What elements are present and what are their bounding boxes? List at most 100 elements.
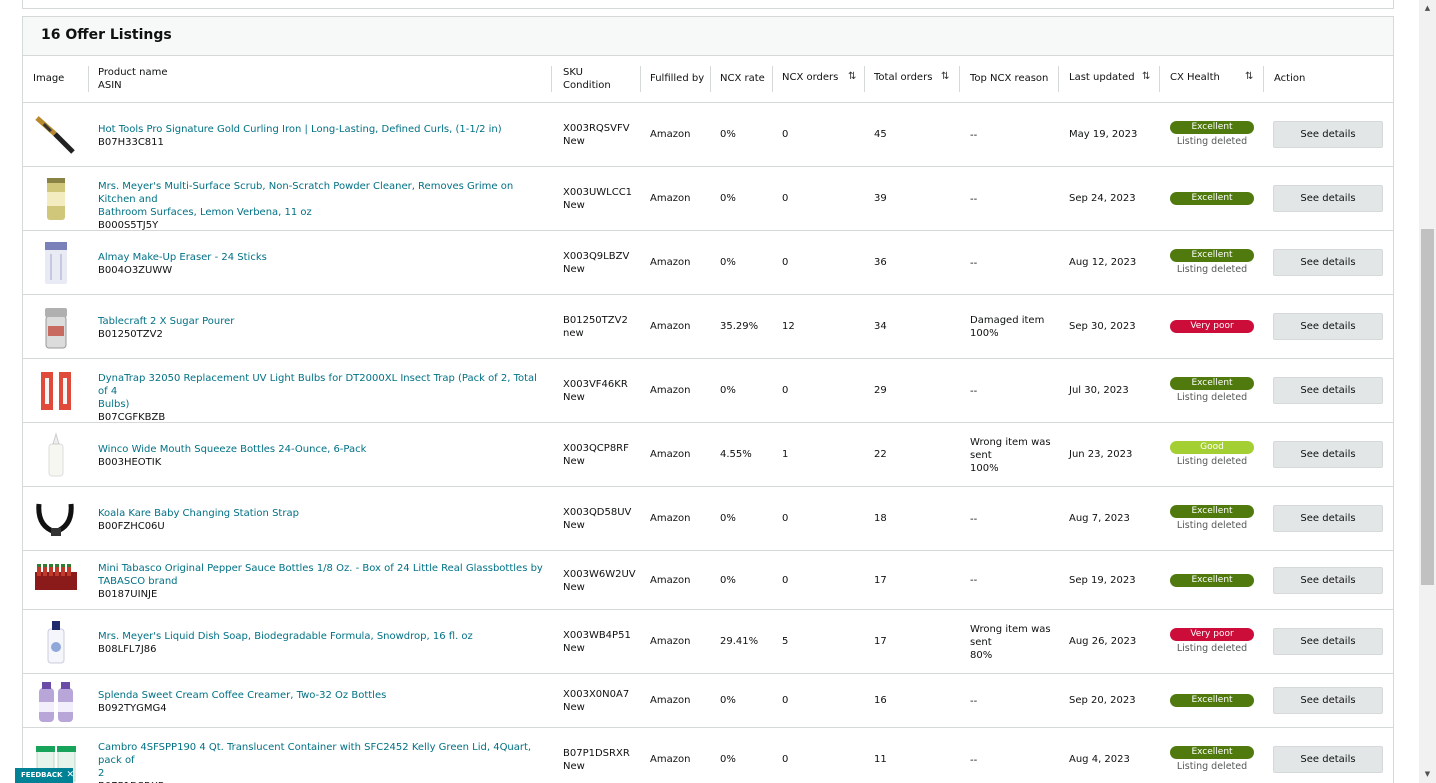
listing-status: Listing deleted xyxy=(1176,264,1248,275)
header-sku: SKU Condition xyxy=(563,67,611,91)
condition: New xyxy=(563,761,585,772)
product-name-link-cont[interactable]: Bulbs) xyxy=(98,398,548,411)
see-details-button[interactable]: See details xyxy=(1273,628,1383,655)
ncx-orders: 12 xyxy=(782,321,795,332)
product-name-link-cont[interactable]: TABASCO brand xyxy=(98,575,548,588)
ncx-rate: 0% xyxy=(720,193,736,204)
table-row: Hot Tools Pro Signature Gold Curling Iro… xyxy=(23,103,1393,167)
see-details-button[interactable]: See details xyxy=(1273,377,1383,404)
header-top-ncx-reason: Top NCX reason xyxy=(970,73,1049,84)
product-name-link[interactable]: DynaTrap 32050 Replacement UV Light Bulb… xyxy=(98,372,548,398)
scroll-down-arrow-icon[interactable]: ▼ xyxy=(1419,766,1436,783)
product-image[interactable] xyxy=(33,240,79,286)
product-name-link[interactable]: Koala Kare Baby Changing Station Strap xyxy=(98,507,548,520)
last-updated: Aug 26, 2023 xyxy=(1069,636,1137,647)
scroll-up-arrow-icon[interactable]: ▲ xyxy=(1419,0,1436,17)
ncx-orders: 0 xyxy=(782,257,789,268)
total-orders: 45 xyxy=(874,129,887,140)
see-details-button[interactable]: See details xyxy=(1273,313,1383,340)
product-name-link[interactable]: Cambro 4SFSPP190 4 Qt. Translucent Conta… xyxy=(98,741,548,767)
see-details-button[interactable]: See details xyxy=(1273,121,1383,148)
product-image[interactable] xyxy=(33,112,79,158)
product-name-link[interactable]: Splenda Sweet Cream Coffee Creamer, Two-… xyxy=(98,689,548,702)
product-name-link[interactable]: Mini Tabasco Original Pepper Sauce Bottl… xyxy=(98,562,548,575)
product-name-link-cont[interactable]: Bathroom Surfaces, Lemon Verbena, 11 oz xyxy=(98,206,548,219)
ncx-rate: 0% xyxy=(720,754,736,765)
product-image[interactable] xyxy=(33,368,79,414)
last-updated: Sep 30, 2023 xyxy=(1069,321,1136,332)
last-updated: Sep 24, 2023 xyxy=(1069,193,1136,204)
see-details-button[interactable]: See details xyxy=(1273,249,1383,276)
listing-status: Listing deleted xyxy=(1176,761,1248,772)
product-name-link[interactable]: Mrs. Meyer's Liquid Dish Soap, Biodegrad… xyxy=(98,630,548,643)
product-image[interactable] xyxy=(33,432,79,478)
product-image[interactable] xyxy=(33,558,79,604)
product-image[interactable] xyxy=(33,496,79,542)
asin: B092TYGMG4 xyxy=(98,703,167,714)
product-name-link[interactable]: Mrs. Meyer's Multi-Surface Scrub, Non-Sc… xyxy=(98,180,548,206)
status-badge: Excellent xyxy=(1170,249,1254,262)
fulfilled-by: Amazon xyxy=(650,695,691,706)
total-orders: 11 xyxy=(874,754,887,765)
cx-health: Excellent Listing deleted xyxy=(1170,121,1254,149)
product-name-link[interactable]: Hot Tools Pro Signature Gold Curling Iro… xyxy=(98,123,548,136)
fulfilled-by: Amazon xyxy=(650,129,691,140)
header-ncx-orders[interactable]: NCX orders xyxy=(782,71,838,84)
see-details-button[interactable]: See details xyxy=(1273,566,1383,594)
product-image[interactable] xyxy=(33,176,79,222)
status-badge: Excellent xyxy=(1170,694,1254,707)
total-orders: 16 xyxy=(874,695,887,706)
product-image[interactable] xyxy=(33,304,79,350)
last-updated: Jul 30, 2023 xyxy=(1069,385,1129,396)
condition: New xyxy=(563,264,585,275)
sort-total-orders-icon[interactable]: ⇅ xyxy=(941,71,949,82)
product-name-link[interactable]: Tablecraft 2 X Sugar Pourer xyxy=(98,315,548,328)
sort-ncx-orders-icon[interactable]: ⇅ xyxy=(848,71,856,82)
asin: B07H33C811 xyxy=(98,137,164,148)
scrollbar-thumb[interactable] xyxy=(1421,229,1434,585)
cx-health: Very poor Listing deleted xyxy=(1170,628,1254,656)
last-updated: Jun 23, 2023 xyxy=(1069,449,1133,460)
top-ncx-reason: Wrong item was sent 80% xyxy=(970,623,1051,661)
cx-health: Excellent xyxy=(1170,192,1254,205)
cx-health: Excellent xyxy=(1170,694,1254,707)
last-updated: Aug 7, 2023 xyxy=(1069,513,1130,524)
last-updated: Sep 20, 2023 xyxy=(1069,695,1136,706)
last-updated: Sep 19, 2023 xyxy=(1069,574,1136,586)
top-ncx-reason: -- xyxy=(970,257,978,269)
ncx-orders: 1 xyxy=(782,449,789,460)
asin: B08LFL7J86 xyxy=(98,644,157,655)
header-last-updated[interactable]: Last updated xyxy=(1069,71,1135,84)
product-name-link[interactable]: Almay Make-Up Eraser - 24 Sticks xyxy=(98,251,548,264)
product-name-link[interactable]: Winco Wide Mouth Squeeze Bottles 24-Ounc… xyxy=(98,443,548,456)
see-details-button[interactable]: See details xyxy=(1273,441,1383,468)
table-row: Splenda Sweet Cream Coffee Creamer, Two-… xyxy=(23,674,1393,728)
sort-last-updated-icon[interactable]: ⇅ xyxy=(1142,71,1150,82)
fulfilled-by: Amazon xyxy=(650,636,691,647)
feedback-button[interactable]: FEEDBACK ✕ xyxy=(15,768,74,783)
top-ncx-reason: -- xyxy=(970,129,978,141)
ncx-orders: 0 xyxy=(782,574,789,586)
header-cx-health[interactable]: CX Health xyxy=(1170,71,1220,84)
product-name-link-cont[interactable]: 2 xyxy=(98,767,548,780)
see-details-button[interactable]: See details xyxy=(1273,505,1383,532)
see-details-button[interactable]: See details xyxy=(1273,687,1383,714)
close-icon[interactable]: ✕ xyxy=(66,770,74,780)
condition: New xyxy=(563,702,585,713)
product-image[interactable] xyxy=(33,678,79,724)
total-orders: 34 xyxy=(874,321,887,332)
ncx-orders: 0 xyxy=(782,513,789,524)
fulfilled-by: Amazon xyxy=(650,449,691,460)
cx-health: Excellent Listing deleted xyxy=(1170,746,1254,774)
asin: B004O3ZUWW xyxy=(98,265,173,276)
header-total-orders[interactable]: Total orders xyxy=(874,71,932,84)
see-details-button[interactable]: See details xyxy=(1273,185,1383,212)
panel-title: 16 Offer Listings xyxy=(23,17,1393,56)
sort-cx-health-icon[interactable]: ⇅ xyxy=(1245,71,1253,82)
header-image: Image xyxy=(33,73,65,84)
header-product-name: Product name ASIN xyxy=(98,67,168,91)
fulfilled-by: Amazon xyxy=(650,574,691,586)
see-details-button[interactable]: See details xyxy=(1273,746,1383,773)
product-image[interactable] xyxy=(33,619,79,665)
asin: B0187UINJE xyxy=(98,588,158,600)
